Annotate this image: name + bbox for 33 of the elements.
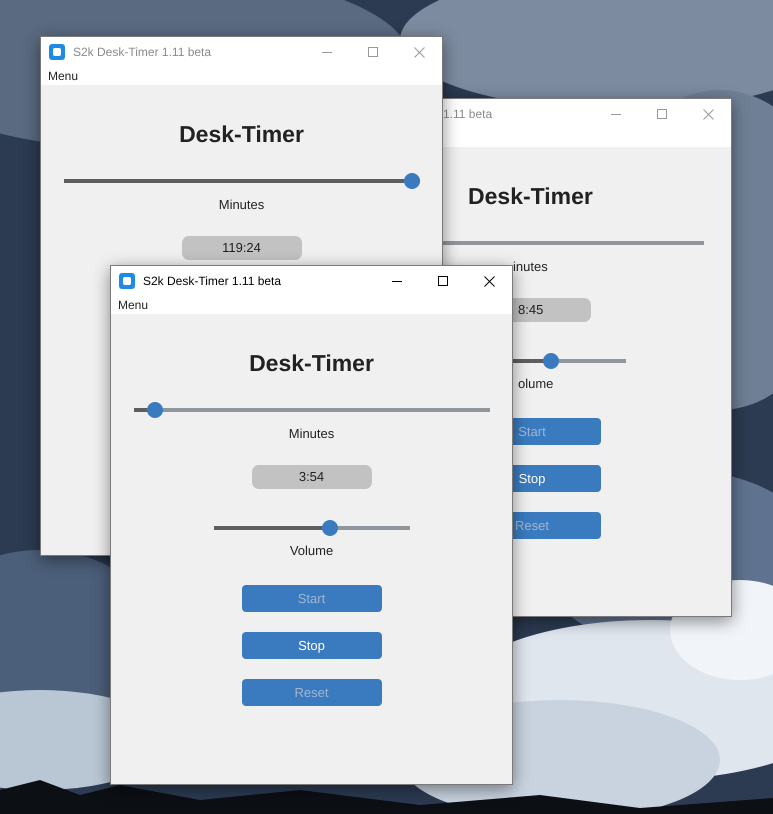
window-title: S2k Desk-Timer 1.11 beta <box>73 44 212 61</box>
close-icon <box>702 108 714 120</box>
maximize-icon <box>368 47 378 57</box>
slider[interactable] <box>214 520 410 536</box>
app-heading: Desk-Timer <box>249 351 374 375</box>
app-heading: Desk-Timer <box>468 184 593 208</box>
maximize-icon <box>438 276 448 286</box>
menu-item[interactable]: Menu <box>118 296 148 314</box>
window-title: 1.11 beta <box>443 106 492 123</box>
slider[interactable] <box>134 402 490 418</box>
minutes-label: inutes <box>513 258 548 276</box>
action-button[interactable]: Stop <box>513 465 601 492</box>
window-title: S2k Desk-Timer 1.11 beta <box>143 273 282 290</box>
close-icon <box>484 276 494 286</box>
volume-label: Volume <box>290 542 334 560</box>
slider-thumb[interactable] <box>404 173 420 189</box>
slider-thumb[interactable] <box>543 353 560 369</box>
time-display: 3:54 <box>252 465 372 489</box>
minutes-label: Minutes <box>218 196 264 214</box>
slider[interactable] <box>64 173 420 189</box>
action-button[interactable]: Stop <box>242 632 382 659</box>
close-icon <box>414 46 424 58</box>
menu-item[interactable]: Menu <box>48 67 78 85</box>
slider[interactable] <box>513 353 626 369</box>
minutes-label: Minutes <box>288 425 334 443</box>
app-heading: Desk-Timer <box>179 122 304 146</box>
maximize-icon <box>657 109 667 119</box>
slider-thumb[interactable] <box>147 402 164 418</box>
time-display: 8:45 <box>513 298 591 322</box>
minimize-icon <box>392 280 402 282</box>
volume-label: olume <box>517 375 554 393</box>
time-display: 119:24 <box>182 236 302 260</box>
slider-thumb[interactable] <box>322 520 338 536</box>
